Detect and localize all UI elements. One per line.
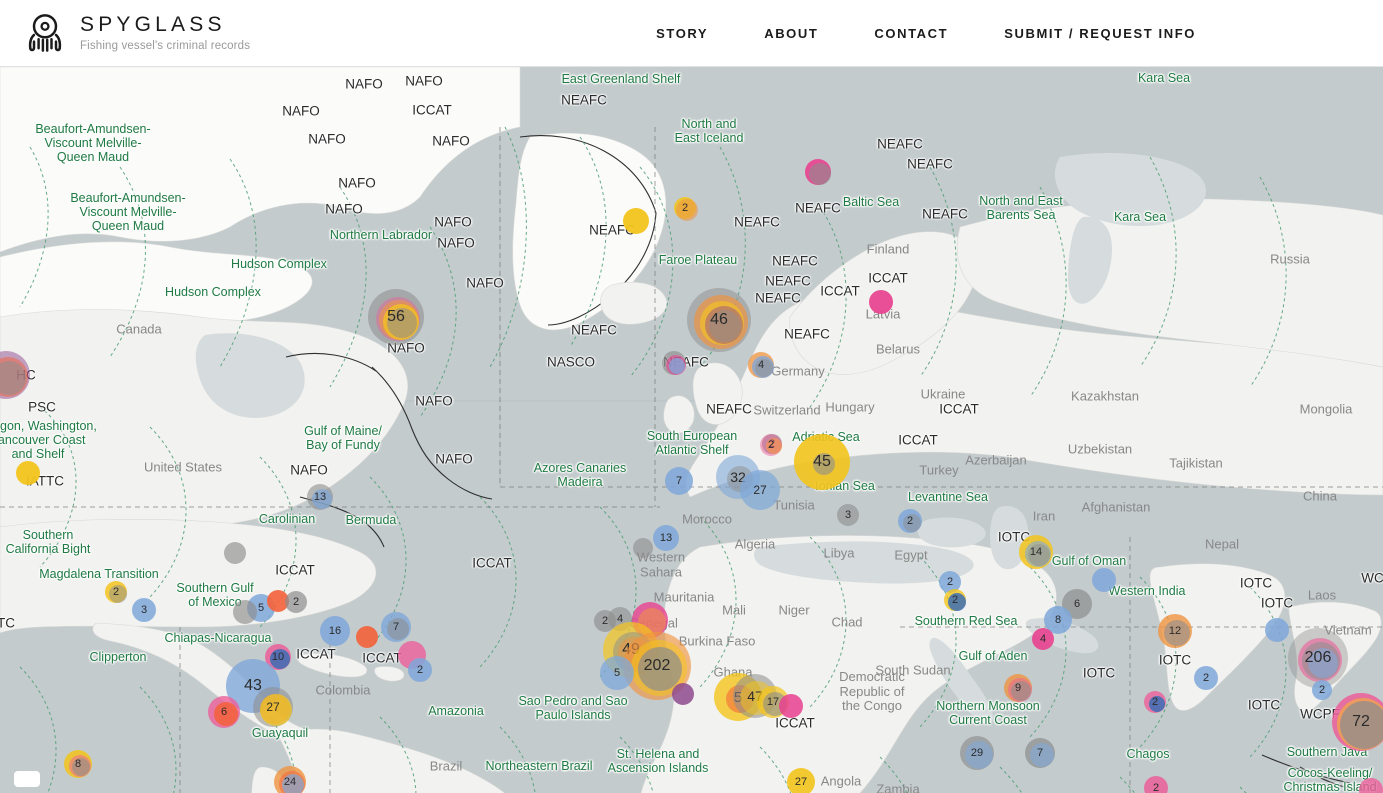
vessel-cluster-ring bbox=[623, 208, 649, 234]
nav-item-contact[interactable]: CONTACT bbox=[846, 26, 976, 41]
vessel-cluster-ring bbox=[837, 504, 859, 526]
vessel-cluster-ring bbox=[1011, 681, 1031, 701]
nav-item-submit-request-info[interactable]: SUBMIT / REQUEST INFO bbox=[976, 26, 1196, 41]
main-nav: STORY ABOUT CONTACT SUBMIT / REQUEST INF… bbox=[628, 26, 1196, 41]
vessel-cluster-ring bbox=[311, 488, 332, 509]
vessel-cluster-ring bbox=[233, 600, 257, 624]
vessel-cluster-ring bbox=[386, 617, 409, 640]
vessel-cluster-ring bbox=[902, 513, 921, 532]
vessel-cluster-ring bbox=[947, 592, 966, 611]
vessel-cluster-ring bbox=[269, 648, 290, 669]
nav-item-story[interactable]: STORY bbox=[628, 26, 736, 41]
octopus-spyglass-icon bbox=[28, 14, 62, 52]
map-attribution-control[interactable] bbox=[14, 771, 40, 787]
vessel-cluster-ring bbox=[1307, 647, 1338, 678]
vessel-cluster-ring bbox=[812, 452, 835, 475]
vessel-cluster-ring bbox=[1312, 680, 1332, 700]
vessel-cluster-ring bbox=[675, 198, 698, 221]
vessel-cluster-ring bbox=[779, 694, 803, 718]
vessel-cluster-ring bbox=[1092, 568, 1116, 592]
vessel-cluster-ring bbox=[408, 658, 432, 682]
vessel-cluster-ring bbox=[1144, 776, 1168, 793]
vessel-cluster-ring bbox=[760, 434, 782, 456]
vessel-cluster-ring bbox=[1340, 701, 1383, 749]
brand-tagline: Fishing vessel's criminal records bbox=[80, 39, 251, 52]
vessel-cluster-ring bbox=[808, 162, 831, 185]
vessel-cluster-ring bbox=[1163, 619, 1190, 646]
vessel-cluster-ring bbox=[665, 467, 693, 495]
vessel-cluster-ring bbox=[869, 290, 893, 314]
vessel-cluster-ring bbox=[755, 359, 773, 377]
vessel-cluster-ring bbox=[709, 310, 741, 342]
vessel-cluster-ring bbox=[1148, 695, 1165, 712]
vessel-cluster-ring bbox=[669, 358, 685, 374]
vessel-cluster-ring bbox=[653, 525, 679, 551]
vessel-cluster-ring bbox=[1194, 666, 1218, 690]
vessel-cluster-ring bbox=[672, 683, 694, 705]
site-header: SPYGLASS Fishing vessel's criminal recor… bbox=[0, 0, 1383, 67]
vessel-cluster-ring bbox=[72, 758, 90, 776]
vessel-cluster-ring bbox=[1032, 628, 1054, 650]
vessel-cluster-ring bbox=[633, 538, 653, 558]
vessel-cluster-ring bbox=[387, 308, 417, 338]
vessel-cluster-ring bbox=[320, 616, 350, 646]
brand-title: SPYGLASS bbox=[80, 13, 226, 37]
vessel-cluster-ring bbox=[600, 656, 634, 690]
vessel-cluster-ring bbox=[282, 774, 304, 793]
vessel-cluster-ring bbox=[1028, 544, 1050, 566]
vessel-cluster-ring bbox=[356, 626, 378, 648]
vessel-cluster-ring bbox=[740, 470, 780, 510]
vessel-cluster-ring bbox=[132, 598, 156, 622]
vessel-cluster-ring bbox=[1029, 742, 1054, 767]
nav-item-about[interactable]: ABOUT bbox=[736, 26, 846, 41]
vessel-cluster-ring bbox=[260, 694, 292, 726]
brand-text: SPYGLASS Fishing vessel's criminal recor… bbox=[80, 13, 251, 52]
vessel-cluster-ring bbox=[213, 701, 238, 726]
vessel-cluster-ring bbox=[285, 591, 307, 613]
vessel-cluster-ring bbox=[224, 542, 246, 564]
page-root: SPYGLASS Fishing vessel's criminal recor… bbox=[0, 0, 1383, 793]
brand[interactable]: SPYGLASS Fishing vessel's criminal recor… bbox=[24, 11, 250, 55]
vessel-cluster-ring bbox=[964, 740, 993, 769]
world-map[interactable]: .land { fill:#f2f2f0; stroke:#d8d8d6; st… bbox=[0, 67, 1383, 793]
vessel-cluster-ring bbox=[16, 461, 40, 485]
vessel-cluster-ring bbox=[1265, 618, 1289, 642]
vessel-cluster-ring bbox=[108, 584, 127, 603]
map-vector-layer: .land { fill:#f2f2f0; stroke:#d8d8d6; st… bbox=[0, 67, 1383, 793]
vessel-cluster-ring bbox=[787, 768, 815, 793]
